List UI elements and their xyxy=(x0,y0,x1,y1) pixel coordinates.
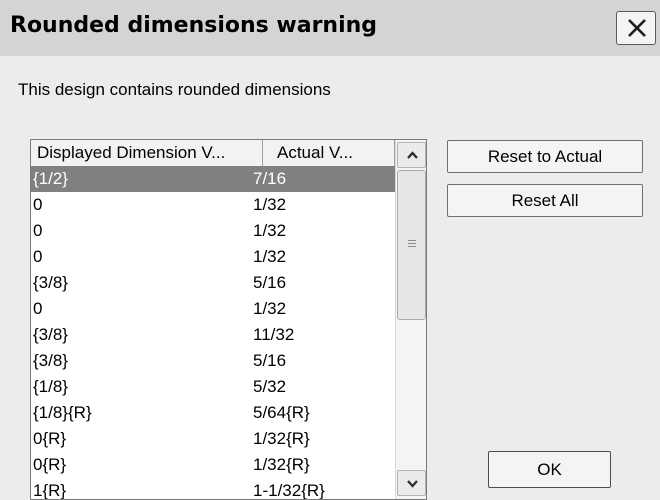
table-row[interactable]: 0 1/32 xyxy=(31,296,395,322)
list-header: Displayed Dimension V... Actual V... xyxy=(31,140,395,167)
table-row[interactable]: {3/8} 5/16 xyxy=(31,348,395,374)
table-row[interactable]: 0 1/32 xyxy=(31,244,395,270)
actual-value-cell: 1/32{R} xyxy=(253,429,310,448)
chevron-up-icon xyxy=(407,151,418,159)
displayed-dimension-cell: 0 xyxy=(33,195,43,214)
displayed-dimension-cell: {3/8} xyxy=(33,325,68,344)
actual-value-cell: 1/32 xyxy=(253,247,287,266)
scroll-grip-line xyxy=(408,243,416,244)
scroll-thumb[interactable] xyxy=(397,170,426,320)
scroll-grip-line xyxy=(408,240,416,241)
title-bar: Rounded dimensions warning xyxy=(0,0,660,56)
scroll-grip-line xyxy=(408,246,416,247)
displayed-dimension-cell: 0 xyxy=(33,299,43,318)
column-header-actual[interactable]: Actual V... xyxy=(263,140,395,166)
table-row[interactable]: {1/8} 5/32 xyxy=(31,374,395,400)
table-row[interactable]: 0 1/32 xyxy=(31,218,395,244)
list-rows: {1/2} 7/16 0 1/32 0 1/32 0 1/32 {3/8} 5/16 0 1/32 {3… xyxy=(31,166,395,500)
table-row[interactable]: {3/8} 5/16 xyxy=(31,270,395,296)
reset-all-button[interactable]: Reset All xyxy=(447,184,643,217)
displayed-dimension-cell: {1/8}{R} xyxy=(33,403,92,422)
table-row[interactable]: 0{R} 1/32{R} xyxy=(31,452,395,478)
close-icon xyxy=(628,19,646,37)
actual-value-cell: 7/16 xyxy=(253,169,287,188)
table-row[interactable]: {1/2} 7/16 xyxy=(31,166,395,192)
actual-value-cell: 5/64{R} xyxy=(253,403,310,422)
displayed-dimension-cell: {3/8} xyxy=(33,351,68,370)
actual-value-cell: 1/32 xyxy=(253,299,287,318)
chevron-down-icon xyxy=(407,480,418,488)
displayed-dimension-cell: {1/2} xyxy=(33,169,68,188)
displayed-dimension-cell: 0 xyxy=(33,221,43,240)
displayed-dimension-cell: {3/8} xyxy=(33,273,68,292)
actual-value-cell: 11/32 xyxy=(253,325,295,344)
table-row[interactable]: 0{R} 1/32{R} xyxy=(31,426,395,452)
actual-value-cell: 1/32 xyxy=(253,195,287,214)
dimensions-list[interactable]: Displayed Dimension V... Actual V... {1/… xyxy=(30,139,427,500)
actual-value-cell: 1-1/32{R} xyxy=(253,481,325,500)
reset-to-actual-button[interactable]: Reset to Actual xyxy=(447,140,643,173)
actual-value-cell: 5/16 xyxy=(253,273,287,292)
vertical-scrollbar[interactable] xyxy=(395,140,426,499)
table-row[interactable]: 0 1/32 xyxy=(31,192,395,218)
table-row[interactable]: 1{R} 1-1/32{R} xyxy=(31,478,395,500)
actual-value-cell: 1/32{R} xyxy=(253,455,310,474)
close-button[interactable] xyxy=(616,11,656,45)
table-row[interactable]: {1/8}{R} 5/64{R} xyxy=(31,400,395,426)
displayed-dimension-cell: 0{R} xyxy=(33,429,67,448)
actual-value-cell: 5/16 xyxy=(253,351,287,370)
dialog-window: Rounded dimensions warning This design c… xyxy=(0,0,660,500)
column-header-displayed[interactable]: Displayed Dimension V... xyxy=(31,140,263,166)
ok-button[interactable]: OK xyxy=(488,451,611,488)
displayed-dimension-cell: {1/8} xyxy=(33,377,68,396)
displayed-dimension-cell: 1{R} xyxy=(33,481,67,500)
table-row[interactable]: {3/8} 11/32 xyxy=(31,322,395,348)
dialog-body: This design contains rounded dimensions … xyxy=(0,56,660,500)
displayed-dimension-cell: 0{R} xyxy=(33,455,67,474)
actual-value-cell: 1/32 xyxy=(253,221,287,240)
displayed-dimension-cell: 0 xyxy=(33,247,43,266)
dialog-title: Rounded dimensions warning xyxy=(10,13,378,38)
warning-message: This design contains rounded dimensions xyxy=(18,80,331,99)
scroll-up-button[interactable] xyxy=(397,142,426,168)
actual-value-cell: 5/32 xyxy=(253,377,287,396)
scroll-down-button[interactable] xyxy=(397,470,426,496)
